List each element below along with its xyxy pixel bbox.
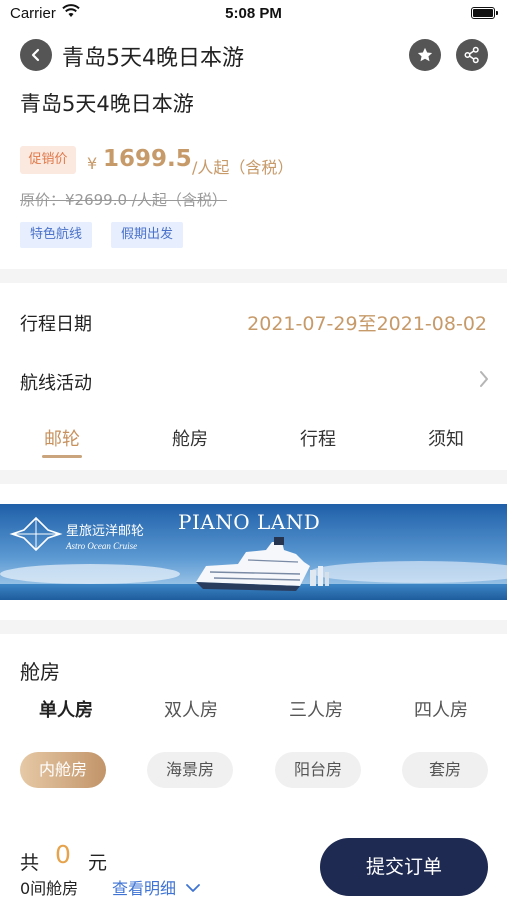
view-detail-label: 查看明细 (112, 879, 177, 898)
cabin-section-title: 舱房 (20, 660, 60, 684)
original-price: 原价：¥2699.0 /人起（含税） (20, 191, 227, 209)
share-button[interactable] (456, 39, 488, 71)
nav-title: 青岛5天4晚日本游 (62, 46, 244, 71)
banner-logo-cn: 星旅远洋邮轮 (66, 524, 145, 539)
cabin-type-balcony[interactable]: 阳台房 (275, 752, 361, 788)
room-tab-single[interactable]: 单人房 (18, 696, 114, 722)
tab-itinerary[interactable]: 行程 (278, 425, 358, 451)
tab-cruise[interactable]: 邮轮 (22, 425, 102, 451)
route-tag: 假期出发 (111, 222, 184, 248)
cabin-type-oceanview[interactable]: 海景房 (147, 752, 233, 788)
cabin-type-suite[interactable]: 套房 (402, 752, 488, 788)
share-icon (464, 46, 479, 64)
section-divider (0, 269, 507, 283)
tab-indicator (42, 455, 82, 458)
section-divider (0, 620, 507, 634)
battery-icon (471, 7, 498, 19)
room-tab-triple[interactable]: 三人房 (268, 696, 364, 722)
total-unit: 元 (88, 852, 108, 874)
tab-cabin[interactable]: 舱房 (150, 425, 230, 451)
cabin-type-inside[interactable]: 内舱房 (20, 752, 106, 788)
view-detail-link[interactable]: 查看明细 (112, 875, 201, 899)
total-prefix: 共 (20, 852, 40, 874)
price-unit: /人起（含税） (192, 158, 294, 177)
chevron-right-icon[interactable] (479, 370, 489, 392)
date-label: 行程日期 (20, 314, 92, 335)
room-tab-double[interactable]: 双人房 (143, 696, 239, 722)
submit-order-button[interactable]: 提交订单 (320, 838, 488, 896)
status-bar: Carrier 5:08 PM (0, 0, 507, 28)
room-tab-quad[interactable]: 四人房 (393, 696, 489, 722)
chevron-down-icon (186, 884, 201, 892)
banner-logo-en: Astro Ocean Cruise (66, 541, 138, 551)
route-tag: 特色航线 (20, 222, 93, 248)
chevron-left-icon (31, 48, 40, 62)
room-count: 0间舱房 (20, 879, 79, 898)
product-title: 青岛5天4晚日本游 (20, 92, 194, 116)
star-icon (417, 47, 433, 62)
trip-dates: 2021-07-29至2021-08-02 (247, 313, 487, 335)
promo-price: 1699.5 (103, 146, 192, 172)
favorite-button[interactable] (409, 39, 441, 71)
currency-symbol: ¥ (87, 154, 98, 173)
tab-notice[interactable]: 须知 (406, 425, 486, 451)
total-amount: 0 (55, 840, 71, 869)
back-button[interactable] (20, 39, 52, 71)
status-time: 5:08 PM (225, 5, 282, 22)
promo-badge: 促销价 (20, 146, 76, 174)
banner-ship-name: PIANO LAND (178, 510, 321, 534)
section-divider (0, 470, 507, 484)
route-activity-row[interactable]: 航线活动 (20, 369, 92, 395)
